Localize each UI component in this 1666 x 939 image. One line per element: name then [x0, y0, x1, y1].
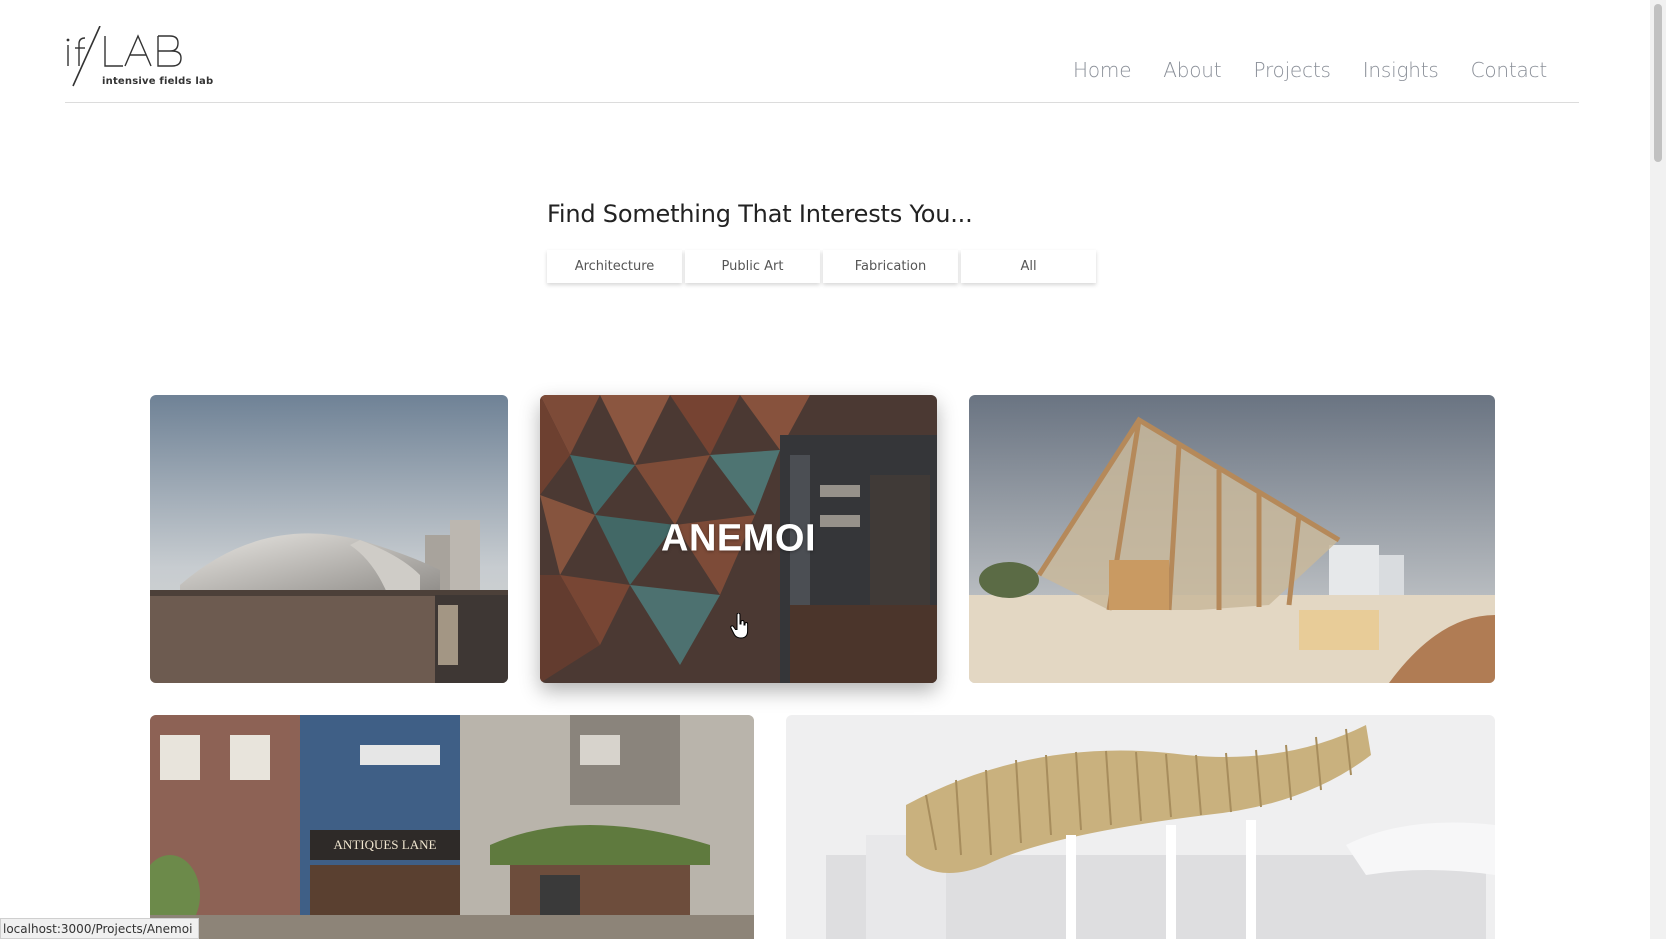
project-image [150, 395, 508, 683]
site-header: intensive fields lab Home About Projects… [65, 0, 1579, 103]
project-tile[interactable] [786, 715, 1495, 939]
filter-title: Find Something That Interests You... [547, 200, 973, 228]
logo-subtitle: intensive fields lab [102, 76, 214, 87]
project-tile[interactable]: ANTIQUES LANE [150, 715, 754, 939]
filter-architecture-button[interactable]: Architecture [547, 250, 682, 283]
filter-all-button[interactable]: All [961, 250, 1096, 283]
iflab-logo[interactable]: intensive fields lab [65, 26, 213, 90]
scrollbar-thumb[interactable] [1654, 4, 1662, 162]
antiques-lane-sign: ANTIQUES LANE [334, 837, 437, 852]
main-nav: Home About Projects Insights Contact [1041, 58, 1547, 82]
vertical-scrollbar[interactable] [1650, 0, 1666, 939]
filter-button-group: Architecture Public Art Fabrication All [547, 250, 1099, 283]
browser-status-bar: localhost:3000/Projects/Anemoi [0, 918, 200, 939]
hand-pointer-cursor-icon [730, 613, 749, 639]
nav-contact[interactable]: Contact [1471, 58, 1548, 82]
nav-home[interactable]: Home [1073, 58, 1131, 82]
project-image [786, 715, 1495, 939]
filter-public-art-button[interactable]: Public Art [685, 250, 820, 283]
nav-about[interactable]: About [1163, 58, 1221, 82]
filter-fabrication-button[interactable]: Fabrication [823, 250, 958, 283]
project-tile[interactable] [969, 395, 1495, 683]
project-image: ANTIQUES LANE [150, 715, 754, 939]
nav-projects[interactable]: Projects [1253, 58, 1330, 82]
project-tile[interactable] [150, 395, 508, 683]
project-image [969, 395, 1495, 683]
project-tile-anemoi[interactable]: ANEMOI [540, 395, 937, 683]
nav-insights[interactable]: Insights [1363, 58, 1439, 82]
category-filter: Find Something That Interests You... Arc… [547, 200, 1096, 283]
project-title-label: ANEMOI [661, 517, 816, 560]
